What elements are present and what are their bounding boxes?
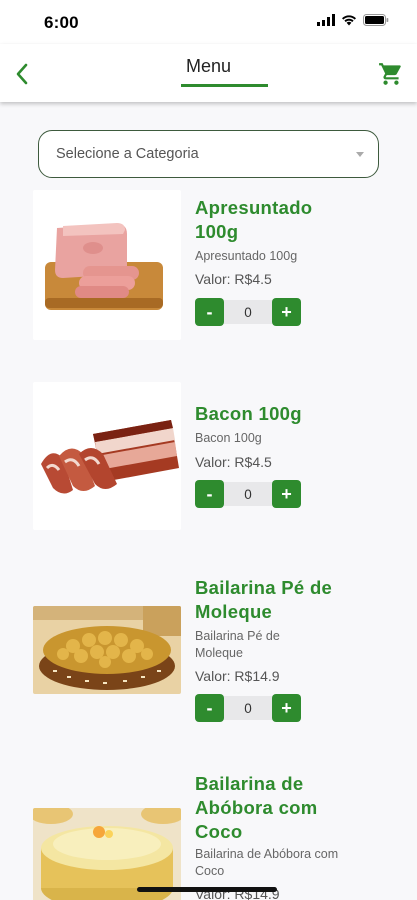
product-image-bacon	[33, 382, 181, 530]
product-card: Apresuntado 100g Apresuntado 100g Valor:…	[0, 190, 417, 340]
decrease-button[interactable]: -	[195, 298, 224, 326]
signal-icon	[317, 14, 335, 26]
category-select[interactable]: Selecione a Categoria	[38, 130, 379, 178]
product-price: Valor: R$14.9	[195, 668, 280, 684]
increase-button[interactable]: +	[272, 694, 301, 722]
product-description: Bailarina Pé de Moleque	[195, 629, 280, 660]
decrease-button[interactable]: -	[195, 694, 224, 722]
menu-content: Selecione a Categoria Apresuntado 100g A…	[0, 102, 417, 900]
quantity-value: 0	[224, 696, 272, 720]
product-image-cake-pe-de-moleque	[33, 606, 181, 694]
shopping-cart-icon	[379, 63, 401, 85]
product-name: Bailarina Pé de Moleque	[195, 577, 333, 622]
status-time: 6:00	[44, 13, 79, 32]
home-indicator	[137, 887, 277, 892]
product-name: Bailarina de Abóbora com Coco	[195, 773, 318, 842]
decrease-button[interactable]: -	[195, 480, 224, 508]
wifi-icon	[342, 15, 356, 26]
product-price: Valor: R$4.5	[195, 271, 272, 287]
product-description: Apresuntado 100g	[195, 249, 298, 263]
app-header: Menu	[0, 44, 417, 102]
quantity-stepper: - 0 +	[195, 298, 303, 326]
quantity-stepper: - 0 +	[195, 480, 303, 508]
battery-icon	[363, 14, 389, 26]
product-image-ham	[33, 190, 181, 340]
increase-button[interactable]: +	[272, 298, 301, 326]
quantity-value: 0	[224, 482, 272, 506]
product-name: Bacon 100g	[195, 403, 302, 424]
product-card: Bailarina Pé de Moleque Bailarina Pé de …	[0, 574, 417, 734]
status-bar: 6:00	[0, 0, 417, 44]
increase-button[interactable]: +	[272, 480, 301, 508]
product-price: Valor: R$4.5	[195, 454, 272, 470]
quantity-value: 0	[224, 300, 272, 324]
dropdown-arrow-icon	[356, 152, 364, 157]
quantity-stepper: - 0 +	[195, 694, 303, 722]
product-name: Apresuntado 100g	[195, 197, 313, 242]
category-select-placeholder: Selecione a Categoria	[56, 146, 199, 162]
product-description: Bailarina de Abóbora com Coco	[195, 847, 339, 878]
product-card: Bailarina de Abóbora com Coco Bailarina …	[0, 770, 417, 900]
product-card: Bacon 100g Bacon 100g Valor: R$4.5 - 0 +	[0, 382, 417, 532]
product-description: Bacon 100g	[195, 431, 262, 445]
page-title: Menu	[185, 56, 232, 76]
title-underline	[181, 84, 268, 87]
status-icons	[317, 14, 389, 26]
cart-button[interactable]	[377, 60, 405, 88]
